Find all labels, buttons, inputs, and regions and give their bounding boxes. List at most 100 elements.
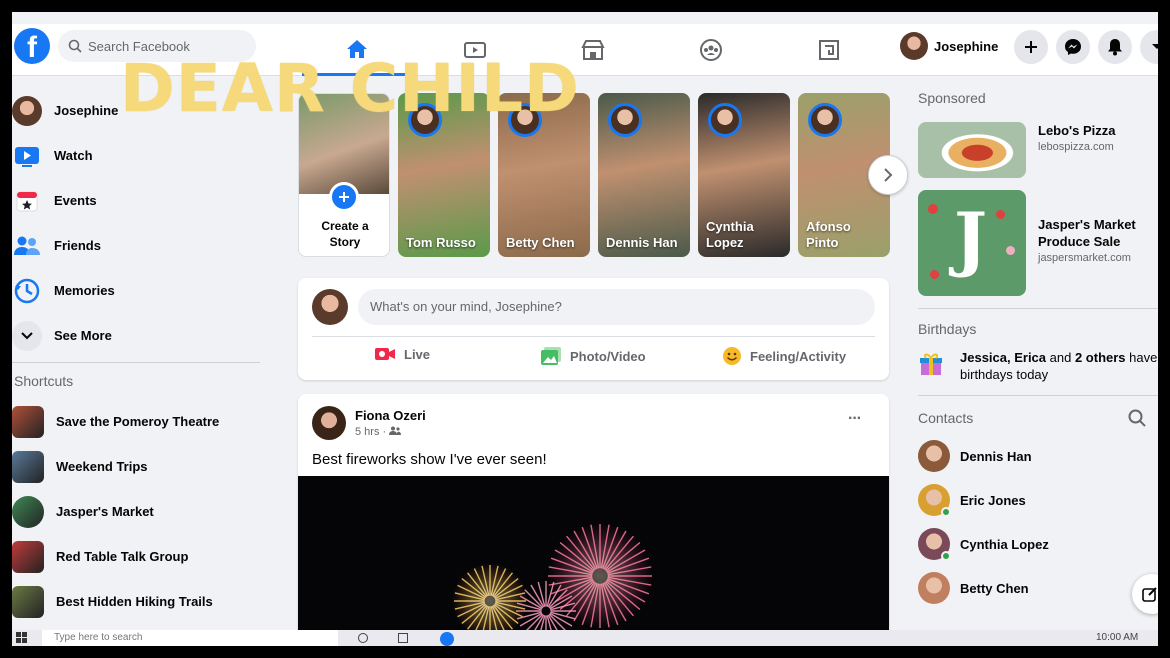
contacts-list: Dennis Han Eric Jones Cynthia Lopez Betty C…: [918, 434, 1158, 610]
sidebar-item-see-more[interactable]: See More: [12, 313, 262, 358]
ad-url: lebospizza.com: [1038, 141, 1114, 153]
shortcut-item[interactable]: Weekend Trips: [12, 444, 262, 489]
feeling-activity-button[interactable]: Feeling/Activity: [722, 346, 846, 366]
sidebar-item-label: See More: [54, 328, 112, 343]
post-timestamp[interactable]: 5 hrs ·: [355, 426, 402, 438]
shortcut-label: Save the Pomeroy Theatre: [56, 414, 220, 429]
feed-post: Fiona Ozeri 5 hrs · ··· Best fireworks s…: [298, 394, 889, 646]
stories-next-button[interactable]: [868, 155, 908, 195]
left-sidebar: Josephine Watch Events Friends Memories …: [12, 88, 262, 624]
events-icon: [16, 191, 38, 211]
groups-icon: [700, 39, 722, 61]
story-author-name: Dennis Han: [606, 235, 678, 250]
feeling-activity-label: Feeling/Activity: [750, 348, 847, 364]
right-sidebar: Sponsored Lebo's Pizza lebospizza.com J …: [918, 90, 1158, 610]
contact-item[interactable]: Dennis Han: [918, 434, 1158, 478]
shortcut-label: Jasper's Market: [56, 504, 154, 519]
post-text: Best fireworks show I've ever seen!: [312, 451, 547, 468]
pizza-image: [918, 122, 1026, 178]
facebook-logo[interactable]: f: [14, 28, 50, 64]
sidebar-item-watch[interactable]: Watch: [12, 133, 262, 178]
shortcut-thumbnail: [12, 405, 44, 438]
ad-title: Lebo's Pizza: [1038, 123, 1116, 138]
shortcut-item[interactable]: Best Hidden Hiking Trails: [12, 579, 262, 624]
divider: [312, 336, 875, 337]
sidebar-item-label: Watch: [54, 148, 93, 163]
avatar: [900, 32, 928, 60]
live-video-button[interactable]: Live: [374, 346, 430, 362]
feeling-icon: [723, 347, 741, 365]
ad-jaspers-market[interactable]: J Jasper's Market Produce Sale jaspersma…: [918, 190, 1158, 296]
sidebar-item-label: Events: [54, 193, 97, 208]
create-button[interactable]: [1014, 30, 1048, 64]
avatar[interactable]: [312, 406, 346, 440]
post-more-button[interactable]: ···: [848, 410, 862, 428]
story-author-name: Afonso Pinto: [806, 219, 851, 250]
profile-chip[interactable]: Josephine: [900, 32, 998, 60]
edge-taskbar-icon[interactable]: [440, 632, 454, 646]
divider: [918, 395, 1158, 396]
taskbar-search[interactable]: Type here to search: [42, 630, 338, 646]
windows-start-icon[interactable]: [16, 632, 28, 644]
contact-item[interactable]: Betty Chen: [918, 566, 1158, 610]
birthdays-heading: Birthdays: [918, 321, 977, 337]
post-image[interactable]: [298, 476, 889, 646]
add-story-button[interactable]: [329, 182, 359, 212]
ad-lebos-pizza[interactable]: Lebo's Pizza lebospizza.com: [918, 122, 1158, 178]
story-card[interactable]: Dennis Han: [598, 93, 690, 257]
gift-icon: [920, 353, 942, 375]
shortcut-item[interactable]: Red Table Talk Group: [12, 534, 262, 579]
fireworks-image: [452, 524, 652, 641]
notifications-button[interactable]: [1098, 30, 1132, 64]
tab-groups[interactable]: [656, 24, 766, 76]
contact-item[interactable]: Cynthia Lopez: [918, 522, 1158, 566]
tab-gaming[interactable]: [774, 24, 884, 76]
avatar: [12, 95, 42, 126]
contact-name: Dennis Han: [960, 448, 1032, 464]
composer-input[interactable]: What's on your mind, Josephine?: [358, 289, 875, 325]
avatar: [918, 528, 951, 561]
shortcut-label: Best Hidden Hiking Trails: [56, 594, 213, 609]
clock-time[interactable]: 10:00 AM: [1096, 632, 1138, 643]
shortcut-label: Red Table Talk Group: [56, 549, 189, 564]
taskbar-search-placeholder: Type here to search: [54, 632, 143, 643]
contact-name: Eric Jones: [960, 492, 1026, 508]
story-avatar-ring: [608, 103, 642, 137]
search-icon[interactable]: [1128, 409, 1146, 427]
sidebar-item-friends[interactable]: Friends: [12, 223, 262, 268]
friends-audience-icon: [389, 426, 402, 435]
produce-sale-image: J: [918, 190, 1026, 296]
photo-video-button[interactable]: Photo/Video: [540, 346, 646, 366]
shortcut-item[interactable]: Save the Pomeroy Theatre: [12, 399, 262, 444]
story-author-name: Cynthia Lopez: [706, 219, 754, 250]
story-author-name: Betty Chen: [506, 235, 575, 250]
shortcuts-heading: Shortcuts: [14, 373, 74, 389]
widgets-icon[interactable]: [398, 633, 408, 643]
shortcut-thumbnail: [12, 585, 44, 618]
birthday-reminder[interactable]: Jessica, Erica and 2 others have birthda…: [918, 349, 1158, 383]
watch-icon: [15, 146, 39, 167]
story-card[interactable]: Cynthia Lopez: [698, 93, 790, 257]
sidebar-item-memories[interactable]: Memories: [12, 268, 262, 313]
chevron-down-icon: [21, 331, 33, 339]
search-icon: [68, 39, 82, 53]
online-status-dot: [941, 551, 951, 561]
messenger-icon: [1065, 39, 1081, 55]
live-label: Live: [404, 346, 431, 362]
compose-icon: [1142, 587, 1157, 602]
shortcut-thumbnail: [12, 450, 44, 483]
contact-item[interactable]: Eric Jones: [918, 478, 1158, 522]
messenger-button[interactable]: [1056, 30, 1090, 64]
ad-url: jaspersmarket.com: [1038, 252, 1131, 264]
shortcut-item[interactable]: Jasper's Market: [12, 489, 262, 534]
photo-icon: [541, 347, 561, 365]
chevron-down-icon: [1152, 44, 1158, 49]
post-author[interactable]: Fiona Ozeri: [355, 408, 426, 423]
account-menu-button[interactable]: [1140, 30, 1158, 64]
task-view-icon[interactable]: [358, 633, 368, 643]
sidebar-item-events[interactable]: Events: [12, 178, 262, 223]
marketplace-icon: [581, 40, 605, 60]
overlay-caption: DEAR CHILD: [120, 50, 580, 127]
sidebar-item-label: Friends: [54, 238, 101, 253]
app-window: f Search Facebook Josephine Josephine Wa…: [12, 12, 1158, 646]
